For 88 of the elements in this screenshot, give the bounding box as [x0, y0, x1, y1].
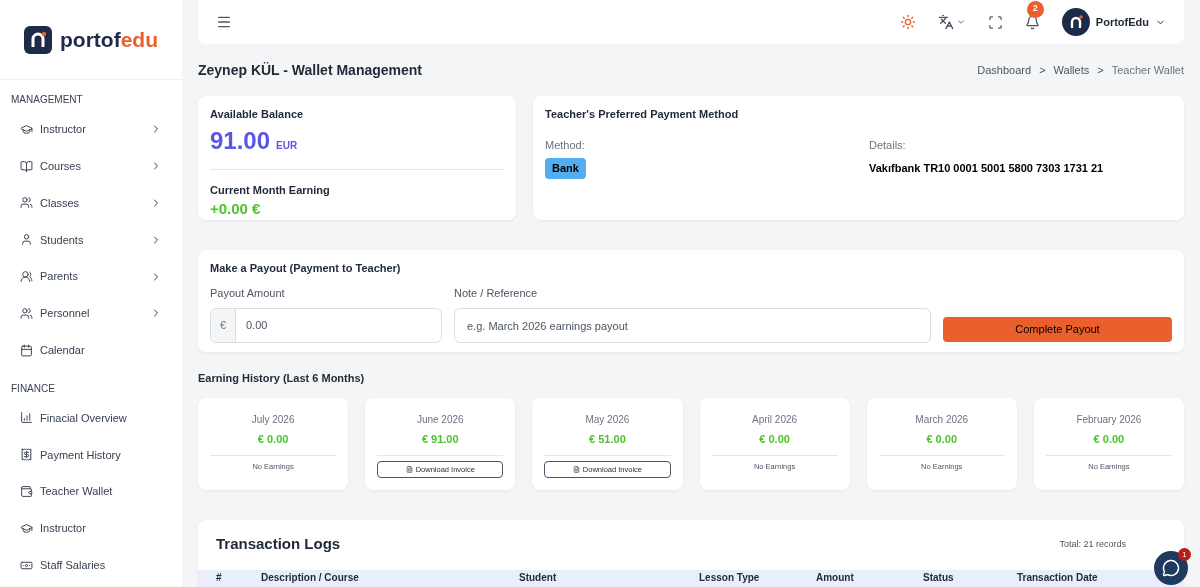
column-header: Status [923, 570, 955, 585]
brand-name: portofedu [60, 26, 158, 53]
month-amount: € 0.00 [926, 431, 958, 447]
bell-icon [1024, 14, 1040, 30]
breadcrumb-current: Teacher Wallet [1111, 62, 1184, 78]
bank-details: Vakıfbank TR10 0001 5001 5800 7303 1731 21 [869, 161, 1104, 176]
balance-label: Available Balance [210, 107, 305, 122]
card-title: Make a Payout (Payment to Teacher) [210, 261, 402, 276]
graduation-cap-icon [20, 122, 33, 136]
sidebar-item[interactable]: Students [0, 221, 182, 259]
breadcrumb-link[interactable]: Dashboard [977, 61, 1032, 79]
column-header: Lesson Type [699, 570, 761, 585]
people-icon [20, 270, 33, 284]
chat-icon [1162, 559, 1180, 577]
notification-button[interactable] [1024, 14, 1040, 30]
amount-input[interactable]: 0.00 [236, 309, 441, 342]
translate-icon [937, 14, 954, 30]
sidebar-item[interactable]: Personnel [0, 295, 182, 332]
sidebar-item[interactable]: Staff Salaries [0, 546, 182, 584]
page-title: Zeynep KÜL - Wallet Management [198, 60, 423, 80]
users-icon [20, 306, 33, 320]
sidebar-item[interactable]: Classes [0, 184, 182, 222]
month-amount: € 91.00 [421, 431, 459, 447]
sidebar-item[interactable]: Parents [0, 258, 182, 295]
fullscreen-icon[interactable] [987, 14, 1003, 30]
month-amount: € 51.00 [589, 431, 626, 447]
wallet-icon [20, 485, 33, 499]
column-header: Transaction Date [1017, 570, 1099, 585]
document-icon [572, 466, 580, 473]
language-button[interactable] [937, 14, 966, 30]
sidebar-item[interactable]: Finacial Overview [0, 399, 182, 437]
column-header: # [216, 570, 223, 585]
month-label: July 2026 [251, 412, 295, 427]
sidebar-item[interactable]: Instructor [0, 509, 182, 547]
user-menu[interactable]: PortofEdu [1061, 8, 1166, 36]
sidebar-item[interactable]: Instructor [0, 111, 182, 148]
balance-amount: 91.00 [210, 125, 271, 156]
sidebar-item[interactable]: Payment History [0, 436, 182, 474]
details-label: Details: [869, 137, 907, 153]
document-icon [405, 466, 413, 473]
month-label: May 2026 [585, 412, 630, 427]
month-amount: € 0.00 [1093, 431, 1125, 447]
complete-payout-button[interactable]: Complete Payout [943, 317, 1172, 342]
group-icon [20, 196, 33, 210]
section-title: Earning History (Last 6 Months) [198, 371, 366, 386]
chevron-down-icon [955, 17, 966, 27]
chart-icon [20, 411, 33, 425]
month-label: March 2026 [915, 412, 969, 427]
currency-label: EUR [276, 138, 298, 153]
record-count: Total: 21 records [1059, 537, 1126, 551]
month-label: February 2026 [1076, 412, 1142, 427]
chat-badge: 1 [1178, 548, 1191, 561]
method-label: Method: [545, 137, 585, 153]
section-heading: MANAGEMENT [10, 93, 84, 107]
method-tag: Bank [545, 158, 586, 179]
logo-icon [24, 25, 52, 54]
field-label: Note / Reference [454, 285, 539, 301]
receipt-icon [20, 448, 33, 462]
month-earning-label: Current Month Earning [210, 182, 331, 198]
book-icon [20, 159, 33, 173]
section-heading: FINANCE [10, 381, 56, 396]
month-label: June 2026 [416, 412, 464, 427]
sidebar-item[interactable]: Calendar [0, 331, 182, 369]
breadcrumb-link[interactable]: Wallets [1053, 61, 1090, 79]
column-header: Description / Course [261, 570, 360, 585]
user-icon [20, 233, 33, 247]
month-label: April 2026 [752, 412, 798, 427]
month-amount: € 0.00 [257, 431, 289, 447]
amount-field[interactable]: € 0.00 [210, 308, 442, 343]
note-field[interactable]: e.g. March 2026 earnings payout [454, 308, 931, 343]
column-header: Student [519, 570, 558, 585]
field-label: Payout Amount [210, 285, 286, 301]
avatar-icon [1061, 8, 1090, 36]
menu-icon[interactable] [216, 14, 232, 30]
column-header: Amount [816, 570, 855, 585]
card-title: Transaction Logs [216, 534, 341, 555]
breadcrumb-separator: > [1097, 62, 1104, 78]
notification-badge: 2 [1026, 0, 1044, 18]
sidebar-item[interactable]: Courses [0, 147, 182, 185]
card-title: Teacher's Preferred Payment Method [545, 107, 740, 122]
sun-icon[interactable] [899, 14, 916, 30]
graduation-cap-icon [20, 521, 33, 535]
sidebar-item[interactable]: Teacher Wallet [0, 473, 182, 510]
currency-prefix: € [211, 309, 236, 342]
breadcrumb-separator: > [1039, 62, 1046, 78]
calendar-icon [20, 343, 33, 357]
month-earning-value: +0.00 € [210, 199, 262, 219]
month-amount: € 0.00 [759, 431, 790, 447]
